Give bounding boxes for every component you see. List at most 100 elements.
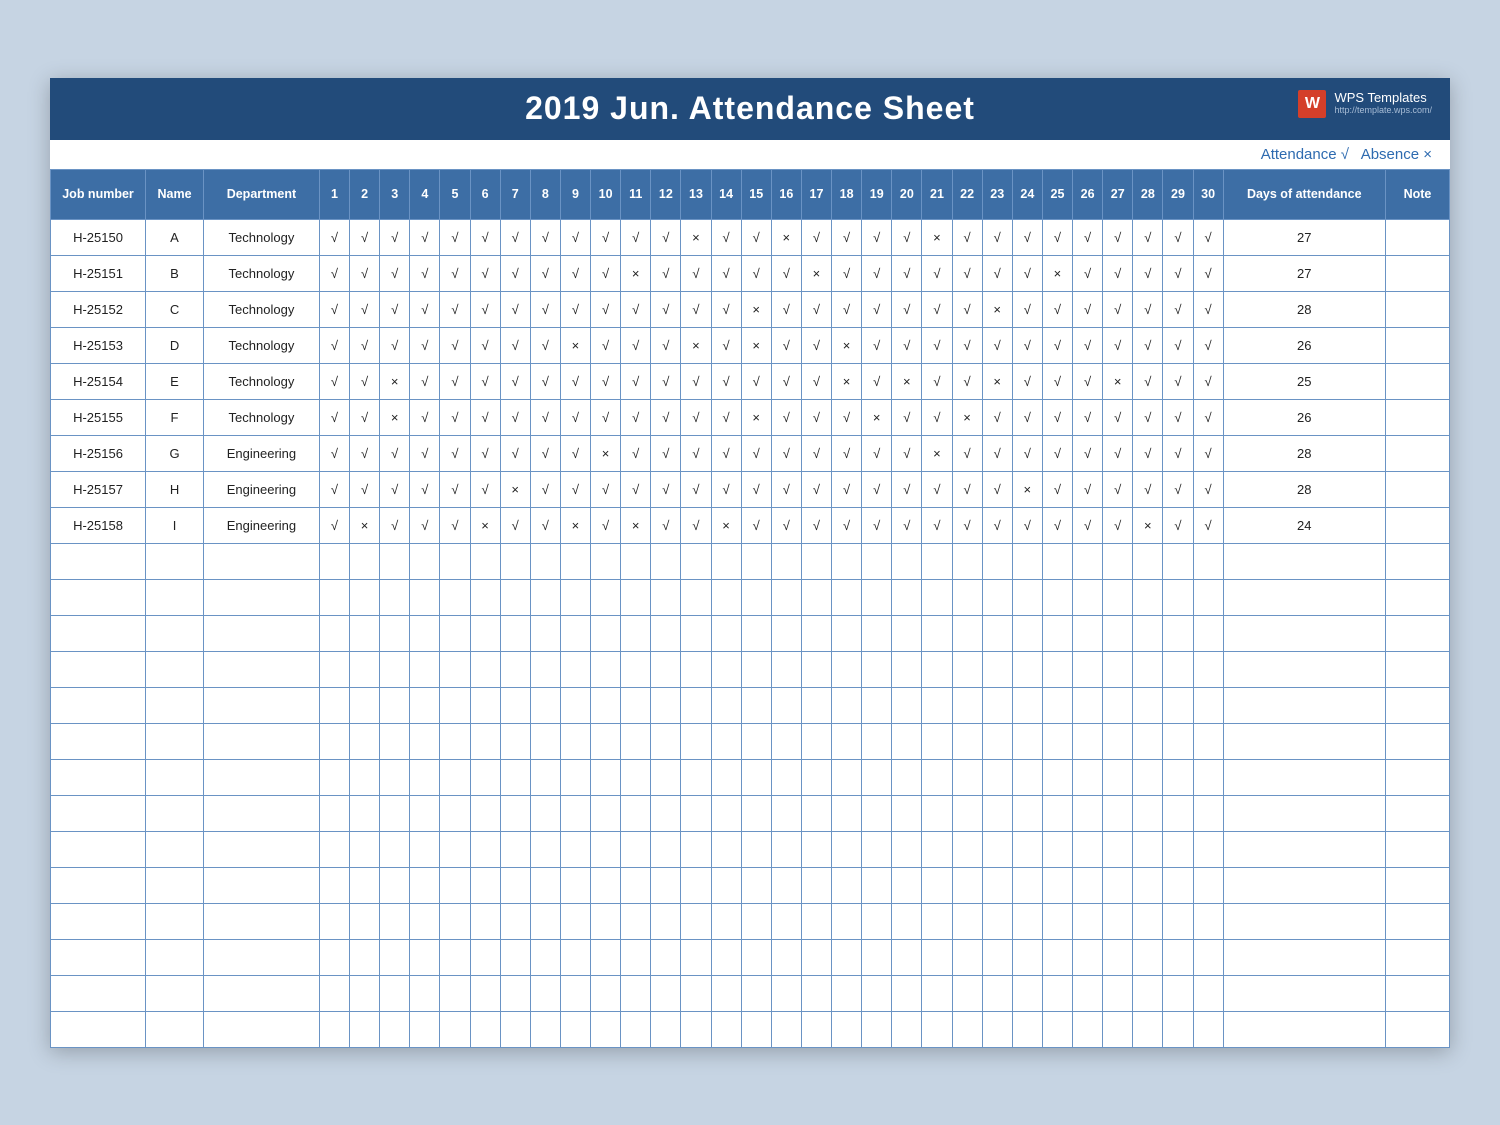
cell-empty[interactable] <box>1012 579 1042 615</box>
cell-empty[interactable] <box>801 975 831 1011</box>
cell-day-9[interactable]: √ <box>560 255 590 291</box>
cell-day-16[interactable]: × <box>771 219 801 255</box>
cell-note[interactable] <box>1385 507 1449 543</box>
cell-empty[interactable] <box>1193 903 1223 939</box>
cell-days-of-attendance[interactable]: 28 <box>1223 471 1385 507</box>
cell-day-12[interactable]: √ <box>651 219 681 255</box>
cell-day-4[interactable]: √ <box>410 219 440 255</box>
cell-department[interactable]: Technology <box>203 291 319 327</box>
cell-empty[interactable] <box>982 759 1012 795</box>
cell-day-7[interactable]: × <box>500 471 530 507</box>
cell-empty[interactable] <box>1133 615 1163 651</box>
cell-empty[interactable] <box>560 939 590 975</box>
cell-empty[interactable] <box>380 831 410 867</box>
cell-name[interactable]: F <box>146 399 204 435</box>
cell-name[interactable]: C <box>146 291 204 327</box>
cell-day-3[interactable]: √ <box>380 291 410 327</box>
cell-empty[interactable] <box>1073 1011 1103 1047</box>
cell-empty[interactable] <box>1385 723 1449 759</box>
cell-day-15[interactable]: √ <box>741 255 771 291</box>
cell-empty[interactable] <box>1103 795 1133 831</box>
cell-empty[interactable] <box>832 975 862 1011</box>
cell-empty[interactable] <box>203 615 319 651</box>
cell-empty[interactable] <box>1385 579 1449 615</box>
cell-day-29[interactable]: √ <box>1163 435 1193 471</box>
cell-empty[interactable] <box>51 831 146 867</box>
cell-empty[interactable] <box>380 1011 410 1047</box>
cell-day-26[interactable]: √ <box>1073 291 1103 327</box>
cell-day-29[interactable]: √ <box>1163 507 1193 543</box>
cell-day-21[interactable]: √ <box>922 327 952 363</box>
cell-empty[interactable] <box>146 543 204 579</box>
cell-empty[interactable] <box>832 543 862 579</box>
cell-empty[interactable] <box>51 975 146 1011</box>
cell-empty[interactable] <box>741 867 771 903</box>
cell-empty[interactable] <box>319 975 349 1011</box>
cell-empty[interactable] <box>591 759 621 795</box>
cell-empty[interactable] <box>1103 975 1133 1011</box>
cell-empty[interactable] <box>862 903 892 939</box>
cell-day-3[interactable]: √ <box>380 219 410 255</box>
cell-empty[interactable] <box>1073 795 1103 831</box>
cell-empty[interactable] <box>1103 723 1133 759</box>
cell-empty[interactable] <box>1133 903 1163 939</box>
cell-empty[interactable] <box>801 615 831 651</box>
cell-empty[interactable] <box>741 687 771 723</box>
cell-empty[interactable] <box>651 1011 681 1047</box>
cell-day-28[interactable]: √ <box>1133 399 1163 435</box>
cell-empty[interactable] <box>1073 759 1103 795</box>
cell-name[interactable]: A <box>146 219 204 255</box>
cell-empty[interactable] <box>1193 579 1223 615</box>
cell-day-2[interactable]: × <box>350 507 380 543</box>
cell-empty[interactable] <box>350 939 380 975</box>
cell-empty[interactable] <box>1133 795 1163 831</box>
cell-empty[interactable] <box>922 903 952 939</box>
cell-empty[interactable] <box>530 759 560 795</box>
cell-day-7[interactable]: √ <box>500 327 530 363</box>
cell-empty[interactable] <box>1103 615 1133 651</box>
cell-empty[interactable] <box>711 723 741 759</box>
cell-day-25[interactable]: √ <box>1042 291 1072 327</box>
cell-day-11[interactable]: × <box>621 255 651 291</box>
cell-empty[interactable] <box>711 867 741 903</box>
cell-empty[interactable] <box>1223 939 1385 975</box>
cell-day-25[interactable]: √ <box>1042 507 1072 543</box>
cell-day-3[interactable]: √ <box>380 255 410 291</box>
cell-empty[interactable] <box>651 759 681 795</box>
cell-day-14[interactable]: √ <box>711 291 741 327</box>
cell-empty[interactable] <box>410 939 440 975</box>
cell-day-6[interactable]: √ <box>470 291 500 327</box>
cell-day-13[interactable]: √ <box>681 471 711 507</box>
cell-day-3[interactable]: × <box>380 363 410 399</box>
cell-day-8[interactable]: √ <box>530 255 560 291</box>
cell-empty[interactable] <box>1042 1011 1072 1047</box>
cell-empty[interactable] <box>681 975 711 1011</box>
cell-empty[interactable] <box>591 975 621 1011</box>
cell-empty[interactable] <box>1042 759 1072 795</box>
cell-days-of-attendance[interactable]: 27 <box>1223 255 1385 291</box>
cell-empty[interactable] <box>892 1011 922 1047</box>
cell-day-23[interactable]: √ <box>982 327 1012 363</box>
cell-day-26[interactable]: √ <box>1073 507 1103 543</box>
cell-empty[interactable] <box>952 903 982 939</box>
cell-empty[interactable] <box>530 795 560 831</box>
cell-day-27[interactable]: √ <box>1103 255 1133 291</box>
cell-empty[interactable] <box>1103 651 1133 687</box>
cell-day-2[interactable]: √ <box>350 363 380 399</box>
cell-empty[interactable] <box>470 687 500 723</box>
cell-empty[interactable] <box>1385 651 1449 687</box>
cell-empty[interactable] <box>982 651 1012 687</box>
cell-day-30[interactable]: √ <box>1193 507 1223 543</box>
cell-empty[interactable] <box>952 687 982 723</box>
cell-empty[interactable] <box>651 543 681 579</box>
cell-empty[interactable] <box>591 903 621 939</box>
cell-empty[interactable] <box>771 543 801 579</box>
cell-empty[interactable] <box>146 975 204 1011</box>
cell-empty[interactable] <box>51 1011 146 1047</box>
cell-days-of-attendance[interactable]: 27 <box>1223 219 1385 255</box>
cell-empty[interactable] <box>591 651 621 687</box>
cell-department[interactable]: Engineering <box>203 507 319 543</box>
cell-job-number[interactable]: H-25154 <box>51 363 146 399</box>
cell-day-14[interactable]: √ <box>711 471 741 507</box>
cell-day-17[interactable]: × <box>801 255 831 291</box>
